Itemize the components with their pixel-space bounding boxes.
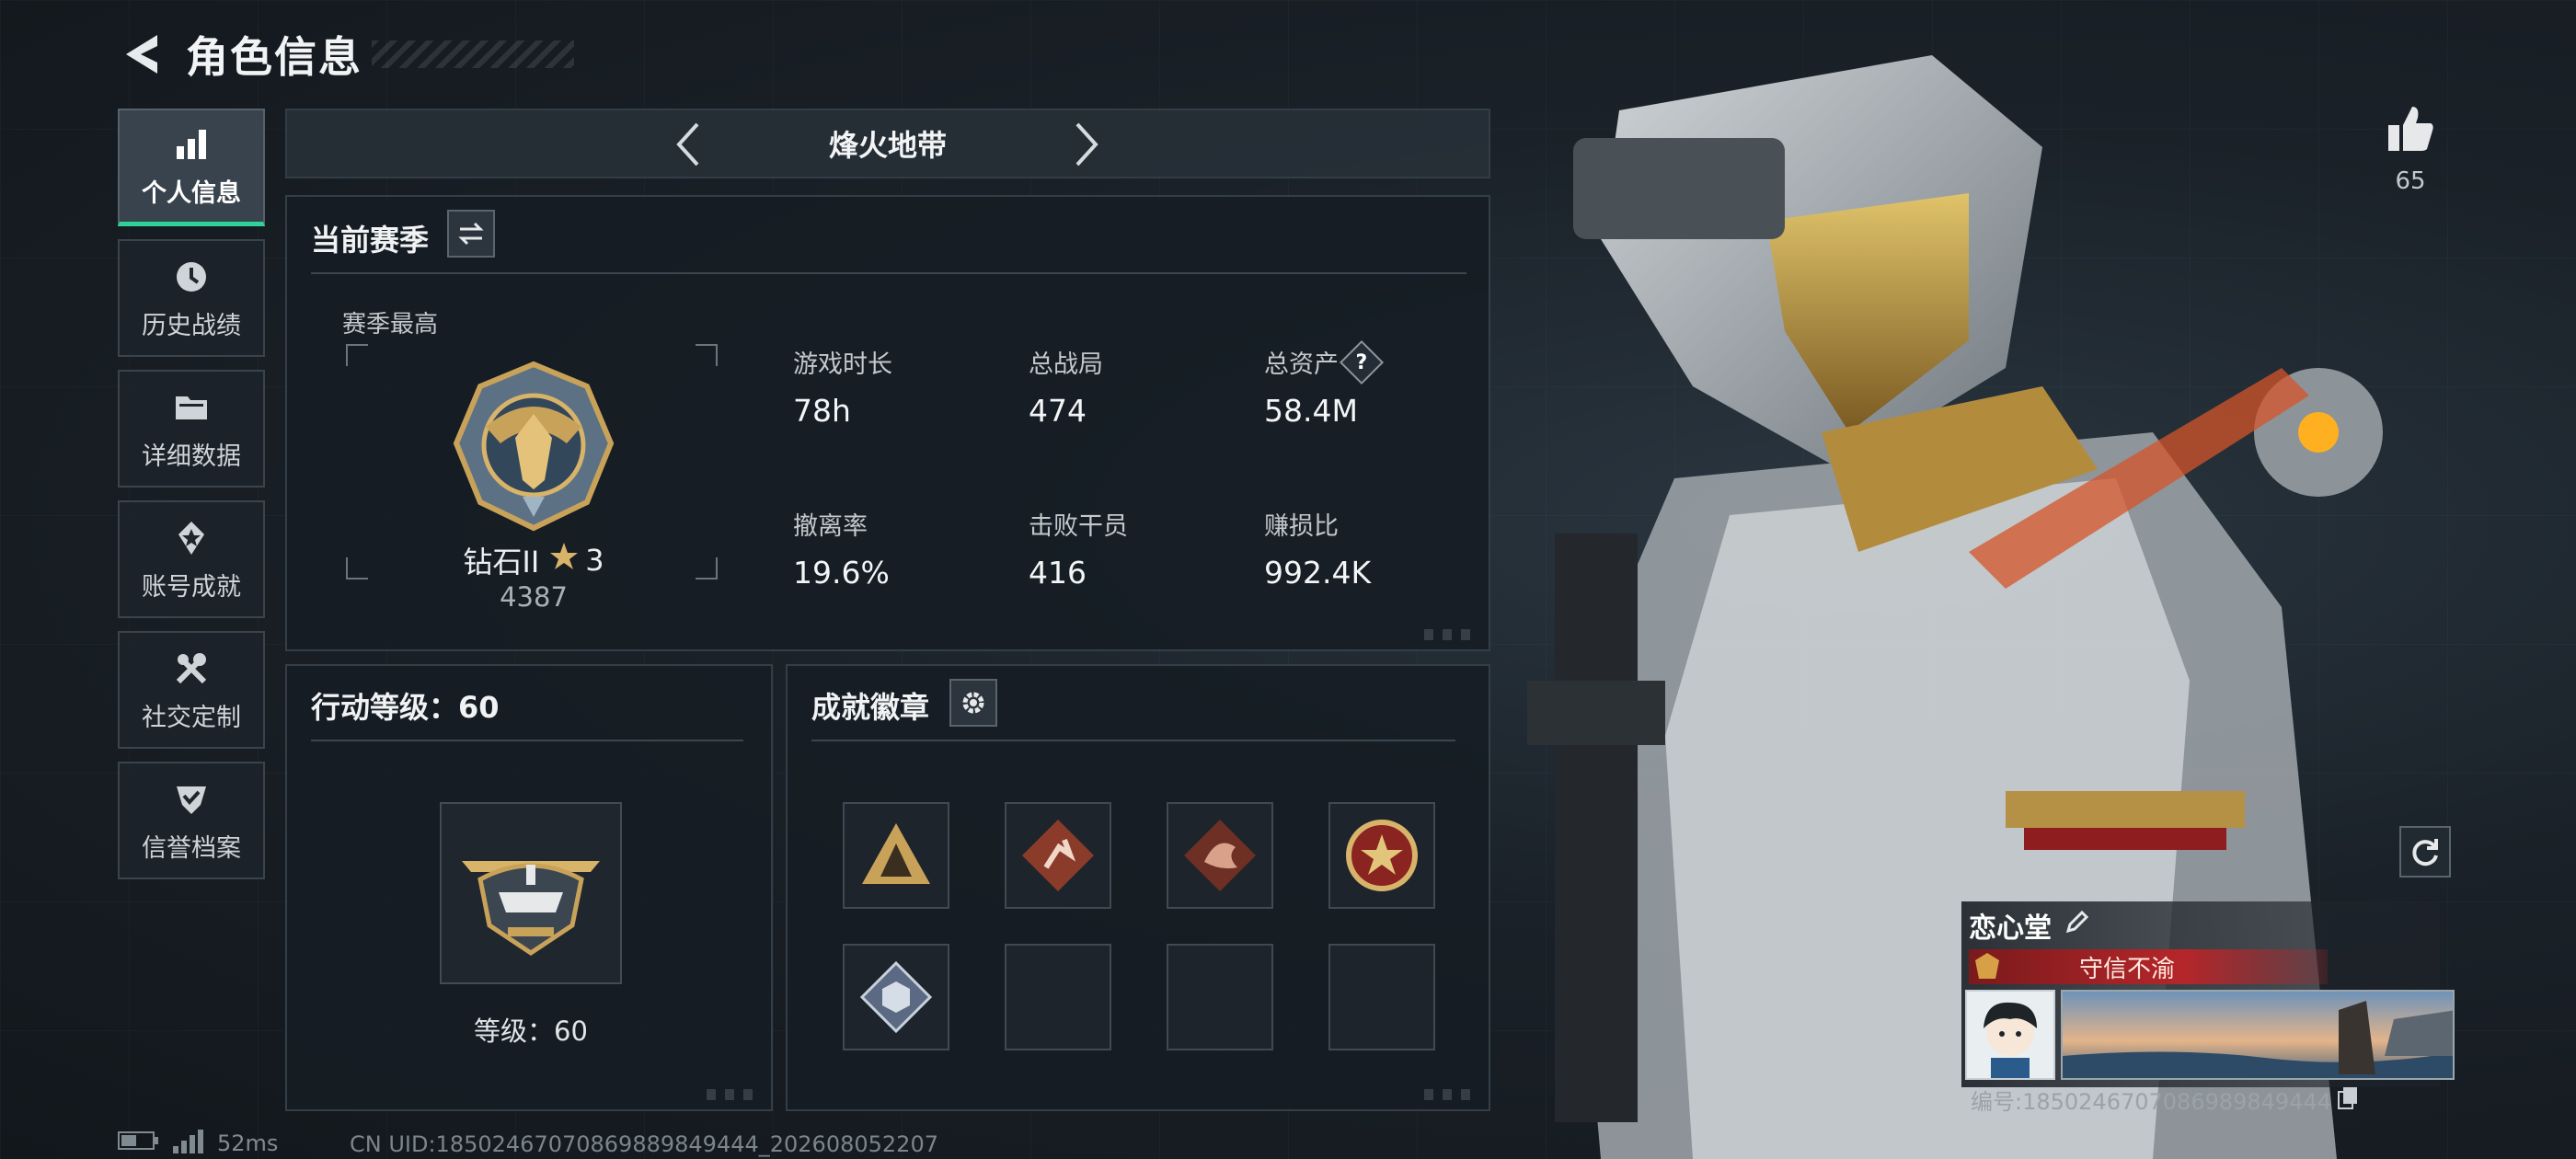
divider (311, 740, 743, 741)
sidebar-item-label: 个人信息 (142, 179, 241, 208)
sidebar-item-label: 详细数据 (142, 442, 241, 471)
badges-title: 成就徽章 (811, 690, 930, 725)
refresh-button[interactable] (2399, 826, 2451, 878)
rank-emblem-icon (453, 361, 615, 532)
thumbs-up-icon (2388, 107, 2433, 151)
season-switch-button[interactable] (447, 210, 495, 258)
action-level-panel: 行动等级：60 等级：60 (285, 664, 773, 1111)
title-decoration (372, 40, 574, 68)
gear-icon (962, 692, 984, 714)
chevron-left-icon[interactable] (664, 121, 710, 167)
copy-icon[interactable] (2337, 1085, 2359, 1115)
edit-pencil-icon[interactable] (2064, 909, 2090, 942)
badge-slot[interactable] (843, 802, 949, 909)
avatar-image (1967, 992, 2053, 1078)
clock-history-icon (170, 256, 213, 298)
sidebar-item-label: 社交定制 (142, 703, 241, 732)
like-widget[interactable]: 65 (2374, 103, 2447, 195)
sidebar-item-label: 信誉档案 (142, 833, 241, 863)
level-caption: 等级：60 (474, 1016, 588, 1047)
stat-play-time: 游戏时长 78h (793, 350, 892, 429)
achievement-star-icon (170, 517, 213, 559)
sidebar-item-detailed-data[interactable]: 详细数据 (118, 370, 265, 488)
badge-slot[interactable] (1005, 802, 1111, 909)
sidebar-item-label: 账号成就 (142, 572, 241, 602)
page-title: 角色信息 (186, 32, 362, 82)
action-level-title: 行动等级：60 (311, 690, 500, 725)
achievement-badges-panel: 成就徽章 (786, 664, 1490, 1111)
divider (811, 740, 1455, 741)
back-arrow-icon[interactable] (118, 27, 164, 82)
season-title: 当前赛季 (311, 223, 430, 258)
uid-text: CN UID:18502467070869889849444_202608052… (350, 1131, 938, 1157)
sidebar-item-reputation[interactable]: 信誉档案 (118, 762, 265, 879)
rank-name: 钻石II 3 (379, 539, 688, 581)
runner-badge-icon (1022, 820, 1094, 891)
star-icon (548, 541, 580, 580)
folder-icon (170, 386, 213, 429)
title-banner: 守信不渝 (1969, 949, 2328, 984)
like-count: 65 (2395, 167, 2426, 195)
level-emblem[interactable] (440, 802, 622, 984)
signal-icon (173, 1128, 204, 1159)
profile-card: 恋心堂 守信不渝 (1961, 901, 2455, 1102)
mode-selector: 烽火地带 (285, 109, 1490, 178)
tri-soldiers-badge-icon (862, 823, 930, 884)
stat-total-matches: 总战局 474 (1029, 350, 1103, 429)
sidebar-item-social[interactable]: 社交定制 (118, 631, 265, 749)
dragon-badge-icon (1184, 820, 1256, 891)
sidebar: 个人信息 历史战绩 详细数据 账号成就 社交定制 信誉档案 (118, 109, 265, 892)
ping-value: 52ms (217, 1130, 279, 1156)
badge-settings-button[interactable] (949, 679, 997, 727)
bar-chart-icon (170, 123, 213, 166)
rank-score: 4387 (500, 581, 568, 613)
battery-icon (118, 1130, 160, 1156)
shield-check-icon (170, 778, 213, 820)
chevron-right-icon[interactable] (1064, 121, 1110, 167)
stat-total-assets: 总资产 ? 58.4M (1264, 339, 1485, 429)
stat-label: 总资产 (1264, 350, 1339, 379)
badge-slot[interactable] (1328, 802, 1435, 909)
sidebar-item-history[interactable]: 历史战绩 (118, 239, 265, 357)
nickname-row: 恋心堂 (1969, 905, 2090, 946)
panel-corner-decoration (1424, 1089, 1479, 1100)
rank-tier: 钻石II (463, 545, 540, 580)
wrench-tools-icon (170, 648, 213, 690)
season-panel: 当前赛季 赛季最高 钻石II 3 4387 游戏时长 78h 总战局 474 总… (285, 195, 1490, 651)
sidebar-item-label: 历史战绩 (142, 311, 241, 340)
nickname: 恋心堂 (1969, 912, 2052, 945)
cube-badge-icon (859, 960, 933, 1034)
badge-slot-empty[interactable] (1328, 944, 1435, 1050)
mode-name: 烽火地带 (828, 128, 947, 163)
page-header: 角色信息 (118, 22, 574, 86)
panel-corner-decoration (707, 1089, 762, 1100)
star-seal-badge-icon (1346, 820, 1418, 891)
helicopter-emblem-icon (462, 861, 600, 957)
sidebar-item-achievements[interactable]: 账号成就 (118, 500, 265, 618)
sidebar-item-personal-info[interactable]: 个人信息 (118, 109, 265, 226)
player-id-row: 编号:1850246707086989849444 (1971, 1084, 2359, 1116)
badge-slot-empty[interactable] (1167, 944, 1273, 1050)
stat-operators-defeated: 击败干员 416 (1029, 512, 1128, 591)
badge-slot[interactable] (843, 944, 949, 1050)
help-icon[interactable]: ? (1339, 339, 1385, 384)
refresh-icon (2412, 839, 2438, 866)
stat-profit-loss-ratio: 赚损比 992.4K (1264, 512, 1372, 591)
player-title: 守信不渝 (2079, 955, 2176, 983)
season-best-label: 赛季最高 (342, 311, 439, 339)
badge-slot[interactable] (1167, 802, 1273, 909)
title-emblem-icon (1969, 949, 2006, 984)
player-id: 编号:1850246707086989849444 (1971, 1089, 2332, 1115)
namecard-image (2063, 992, 2453, 1078)
rank-stars: 3 (585, 543, 604, 578)
stat-extraction-rate: 撤离率 19.6% (793, 512, 890, 591)
namecard-banner[interactable] (2061, 990, 2455, 1080)
badge-slot-empty[interactable] (1005, 944, 1111, 1050)
swap-arrows-icon (458, 222, 484, 246)
status-bar: 52ms (118, 1130, 278, 1157)
avatar[interactable] (1965, 990, 2055, 1080)
divider (311, 272, 1466, 274)
panel-corner-decoration (1424, 629, 1479, 640)
